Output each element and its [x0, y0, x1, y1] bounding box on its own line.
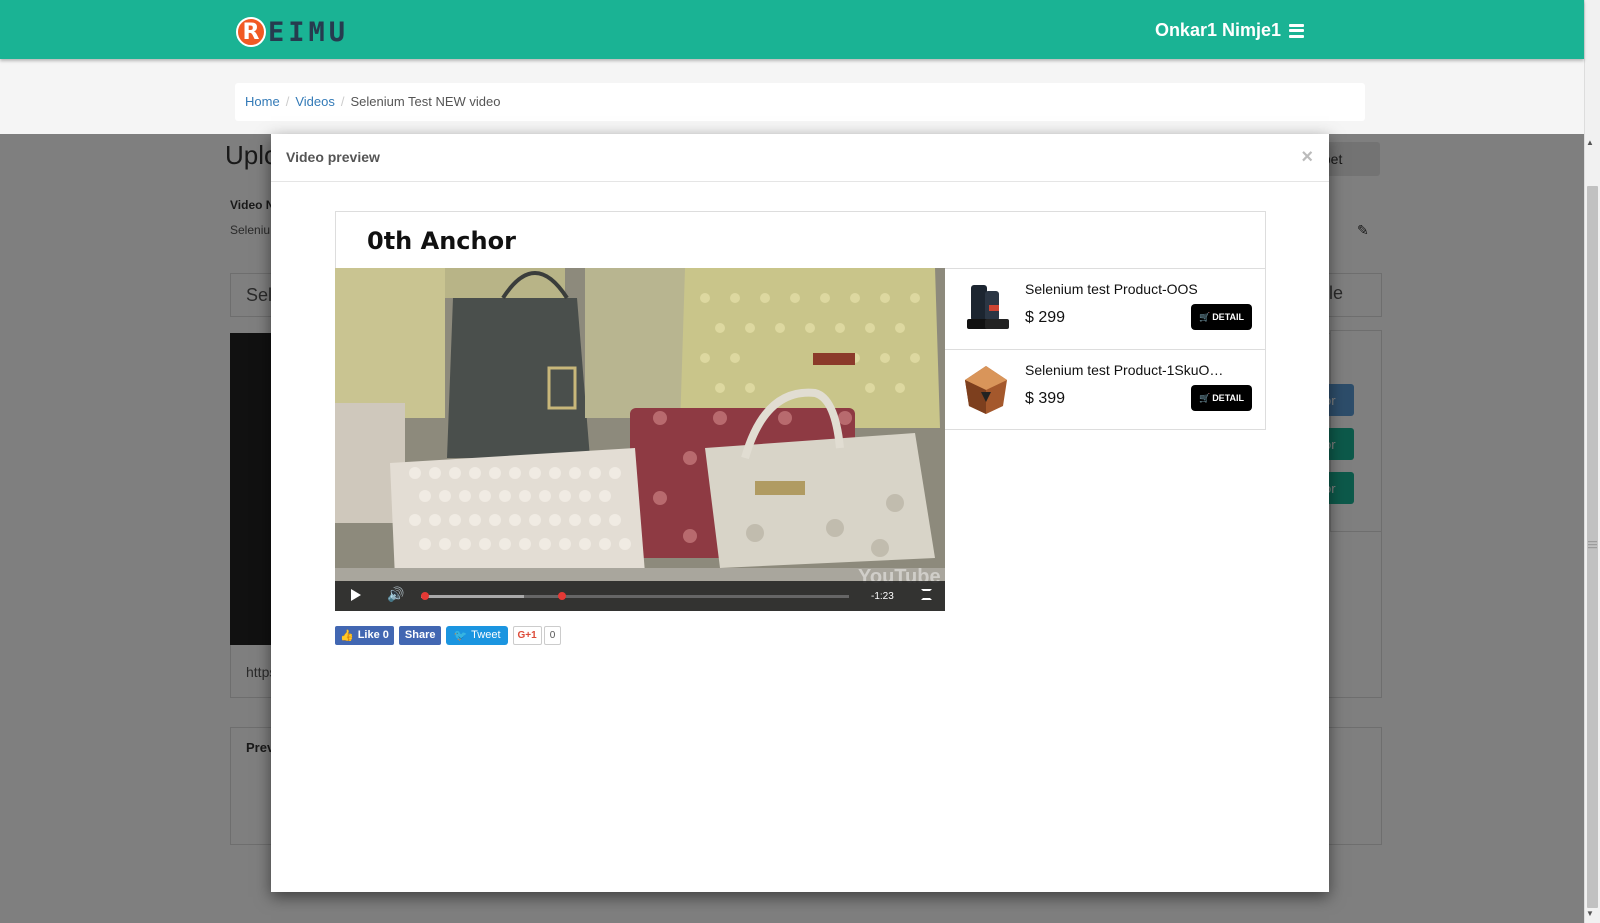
- volume-icon[interactable]: 🔊: [387, 586, 404, 603]
- logo-text: EIMU: [268, 16, 350, 48]
- logo-badge: R: [236, 17, 266, 47]
- boots-icon: [967, 285, 1009, 329]
- top-navbar: R EIMU Onkar1 Nimje1: [0, 0, 1584, 59]
- detail-button[interactable]: 🛒 DETAIL: [1191, 385, 1252, 411]
- breadcrumb-separator: /: [285, 94, 290, 109]
- video-preview-modal: Video preview × 0th Anchor YouTube 🔊 -1:…: [271, 134, 1329, 892]
- widget-header: 0th Anchor: [335, 211, 1266, 269]
- time-remaining: -1:23: [871, 591, 894, 602]
- perfume-icon: [965, 366, 1007, 414]
- detail-button-label: DETAIL: [1212, 393, 1245, 403]
- product-price: $ 299: [1025, 309, 1066, 326]
- user-name: Onkar1 Nimje1: [1154, 20, 1281, 40]
- scroll-down-arrow-icon[interactable]: ▼: [1586, 909, 1594, 918]
- facebook-like-label: Like 0: [357, 629, 389, 641]
- play-icon[interactable]: [351, 589, 361, 601]
- breadcrumb-home-link[interactable]: Home: [245, 94, 280, 110]
- google-plus-count: 0: [543, 625, 562, 645]
- thumbs-up-icon: 👍: [340, 629, 354, 642]
- facebook-like-button[interactable]: 👍 Like 0: [335, 625, 394, 645]
- logo[interactable]: R EIMU: [236, 16, 349, 48]
- breadcrumb-current: Selenium Test NEW video: [350, 94, 501, 109]
- product-card[interactable]: Selenium test Product-1SkuO… $ 399 🛒 DET…: [945, 350, 1265, 431]
- product-name[interactable]: Selenium test Product-1SkuO…: [1025, 362, 1230, 378]
- detail-button[interactable]: 🛒 DETAIL: [1191, 304, 1252, 330]
- widget-title: 0th Anchor: [367, 227, 516, 255]
- product-list: Selenium test Product-OOS $ 299 🛒 DETAIL…: [945, 268, 1266, 430]
- menu-icon[interactable]: [1289, 23, 1304, 38]
- video-widget: 0th Anchor YouTube 🔊 -1:23 Selenium test…: [335, 211, 1266, 651]
- product-card[interactable]: Selenium test Product-OOS $ 299 🛒 DETAIL: [945, 269, 1265, 350]
- tweet-button[interactable]: 🐦 Tweet: [446, 625, 508, 645]
- cart-icon: 🛒: [1198, 392, 1211, 403]
- modal-title: Video preview: [286, 149, 380, 165]
- progress-buffer: [421, 595, 524, 598]
- scrollbar-grip-icon: — — —: [1588, 536, 1597, 552]
- social-share-bar: 👍 Like 0 Share 🐦 Tweet G+1 0: [335, 624, 562, 646]
- breadcrumb-separator: /: [340, 94, 345, 109]
- tweet-label: Tweet: [471, 629, 501, 641]
- facebook-share-button[interactable]: Share: [398, 625, 442, 645]
- breadcrumb: Home / Videos / Selenium Test NEW video: [235, 83, 1365, 121]
- scroll-up-arrow-icon[interactable]: ▲: [1586, 138, 1594, 147]
- progress-scrubber[interactable]: [558, 592, 567, 600]
- breadcrumb-videos-link[interactable]: Videos: [295, 94, 335, 110]
- product-name[interactable]: Selenium test Product-OOS: [1025, 281, 1230, 297]
- player-controls: 🔊 -1:23: [335, 581, 945, 611]
- twitter-bird-icon: 🐦: [453, 629, 468, 642]
- cart-icon: 🛒: [1198, 311, 1211, 322]
- video-player[interactable]: YouTube 🔊 -1:23: [335, 268, 945, 611]
- video-frame-image: [335, 268, 945, 611]
- close-button[interactable]: ×: [1301, 146, 1313, 169]
- google-plus-button[interactable]: G+1: [512, 625, 542, 645]
- detail-button-label: DETAIL: [1212, 312, 1245, 322]
- product-price: $ 399: [1025, 390, 1066, 407]
- user-menu[interactable]: Onkar1 Nimje1: [1155, 20, 1304, 41]
- buffer-start-dot: [421, 592, 429, 600]
- modal-header: Video preview ×: [271, 134, 1329, 182]
- fullscreen-icon[interactable]: [921, 589, 932, 600]
